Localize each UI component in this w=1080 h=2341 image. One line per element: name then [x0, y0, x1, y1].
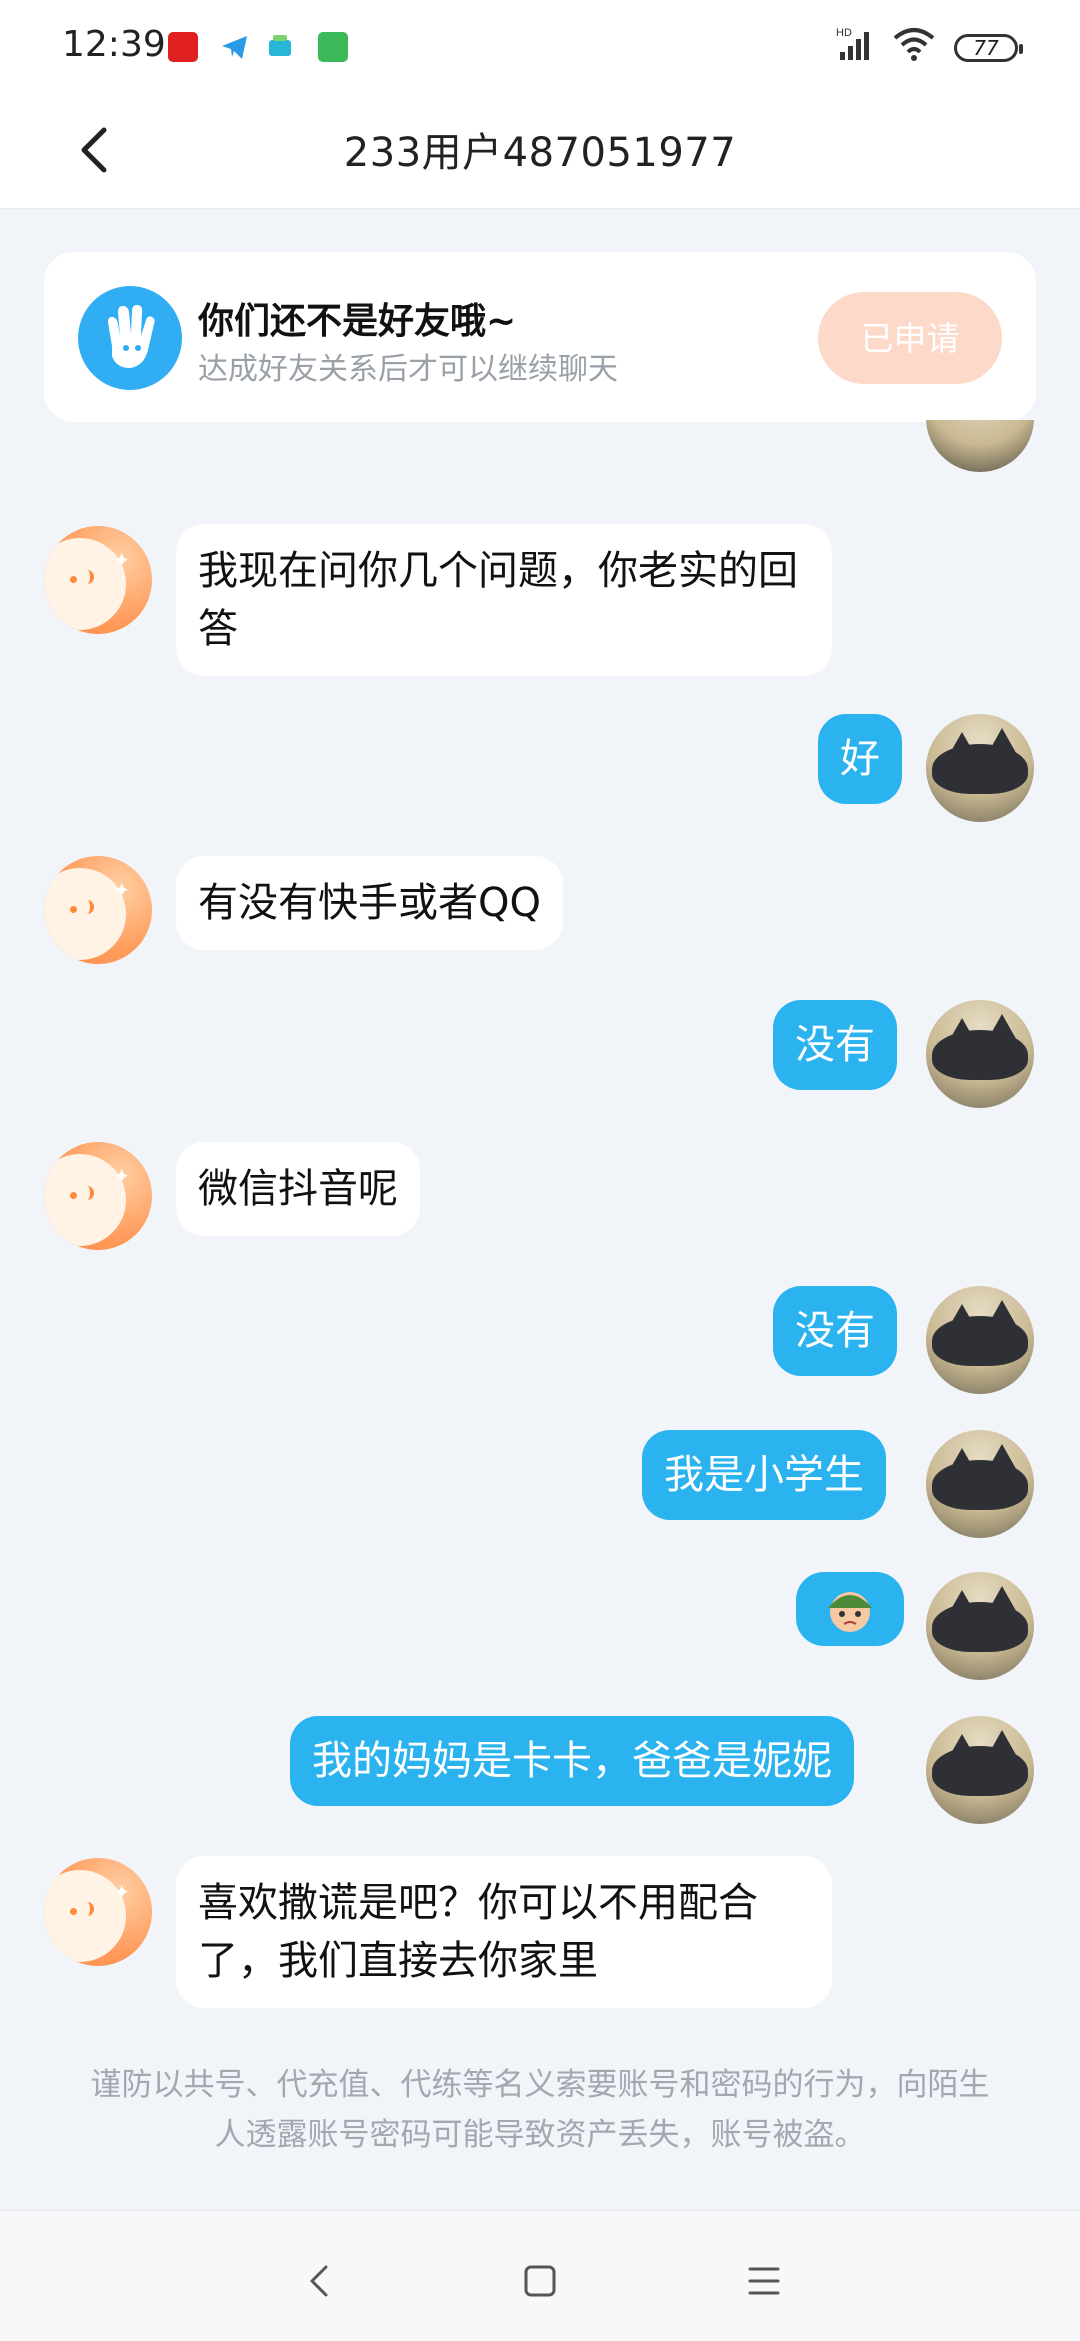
message-bubble-sent[interactable]: 没有: [773, 1000, 897, 1090]
system-nav-bar: [0, 2210, 1080, 2341]
avatar-self[interactable]: [926, 1286, 1034, 1394]
message-bubble-sent[interactable]: 我的妈妈是卡卡，爸爸是妮妮: [290, 1716, 854, 1806]
avatar-self[interactable]: [926, 1572, 1034, 1680]
nav-back-icon[interactable]: [290, 2251, 350, 2311]
message-bubble-sent[interactable]: 没有: [773, 1286, 897, 1376]
nav-home-icon[interactable]: [510, 2251, 570, 2311]
message-bubble-received[interactable]: 微信抖音呢: [176, 1142, 420, 1236]
avatar-partial: [926, 420, 1034, 492]
avatar-other[interactable]: ✦: [44, 1858, 152, 1966]
news-app-icon: [168, 32, 198, 62]
chat-title: 233用户487051977: [343, 130, 737, 176]
banner-subtitle: 达成好友关系后才可以继续聊天: [198, 352, 618, 387]
avatar-self[interactable]: [926, 1716, 1034, 1824]
wechat-notification-icon: [318, 32, 348, 62]
applied-button[interactable]: 已申请: [818, 292, 1002, 384]
sticker-bubble[interactable]: [796, 1572, 904, 1646]
avatar-self[interactable]: [926, 1000, 1034, 1108]
svg-text:HD: HD: [836, 27, 852, 39]
avatar-self[interactable]: [926, 1430, 1034, 1538]
status-bar: 12:39 HD 77: [0, 0, 1080, 92]
message-bubble-sent[interactable]: 好: [818, 714, 902, 804]
avatar-other[interactable]: ✦: [44, 1142, 152, 1250]
wifi-icon: [893, 28, 935, 61]
avatar-other[interactable]: ✦: [44, 856, 152, 964]
friend-request-banner: 你们还不是好友哦~ 达成好友关系后才可以继续聊天 已申请: [44, 252, 1036, 422]
banner-title: 你们还不是好友哦~: [198, 301, 517, 342]
wave-hand-icon: [78, 286, 182, 390]
message-bubble-received[interactable]: 喜欢撒谎是吧？你可以不用配合了，我们直接去你家里: [176, 1856, 832, 2008]
nav-menu-icon[interactable]: [734, 2251, 794, 2311]
app-notification-icon: [269, 35, 291, 56]
security-notice: 谨防以共号、代充值、代练等名义索要账号和密码的行为，向陌生人透露账号密码可能导致…: [90, 2067, 990, 2153]
cellular-signal-icon: HD: [836, 27, 869, 60]
chat-header: 233用户487051977: [0, 92, 1080, 209]
message-bubble-received[interactable]: 我现在问你几个问题，你老实的回答: [176, 524, 832, 676]
battery-indicator: 77: [954, 34, 1023, 62]
telegram-icon: [222, 36, 247, 59]
avatar-self[interactable]: [926, 714, 1034, 822]
message-bubble-sent[interactable]: 我是小学生: [642, 1430, 886, 1520]
status-time: 12:39: [62, 24, 166, 65]
avatar-other[interactable]: ✦: [44, 526, 152, 634]
message-bubble-received[interactable]: 有没有快手或者QQ: [176, 856, 563, 950]
soldier-emoji-icon: [828, 1592, 872, 1632]
